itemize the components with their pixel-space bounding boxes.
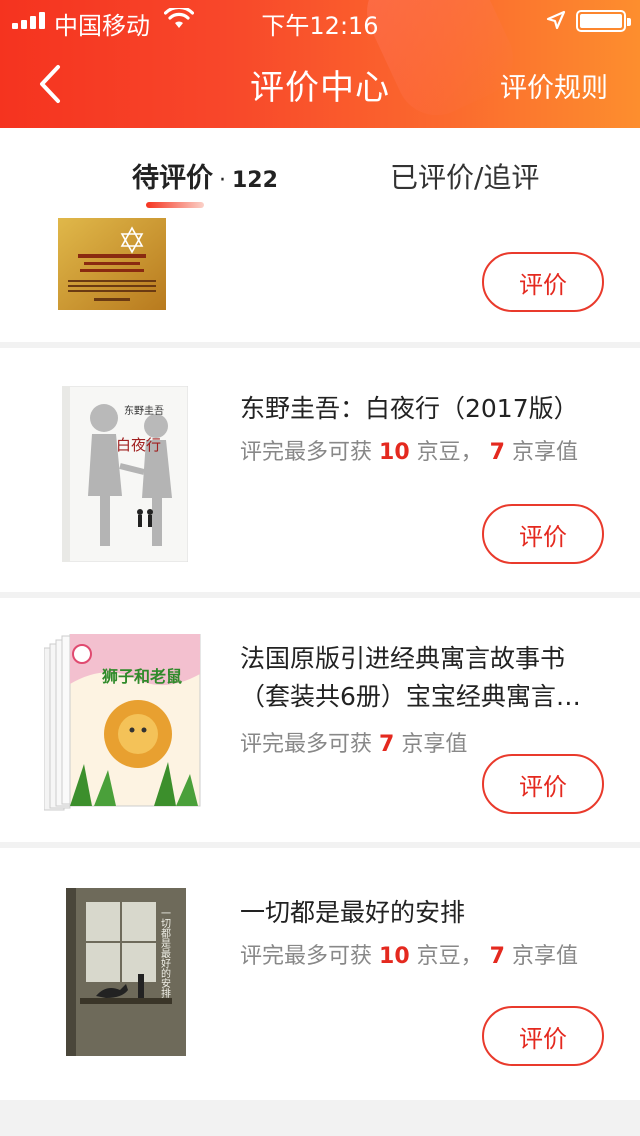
credit-count: 7 (489, 944, 505, 969)
cover-author-text: 东野圭吾 (124, 404, 164, 417)
product-title[interactable]: 东野圭吾：白夜行（2017版） (240, 390, 610, 428)
tab-separator: · (219, 168, 226, 193)
product-cover-image[interactable]: 东野圭吾 白夜行 (62, 386, 188, 562)
reward-info: 评完最多可获 7 京享值 (240, 726, 467, 758)
reward-info: 评完最多可获 10 京豆， 7 京享值 (240, 434, 578, 466)
cover-title-text: 白夜行 (116, 436, 161, 454)
bean-unit: 京豆， (416, 440, 483, 465)
header: 中国移动 下午12:16 评价中心 评价规则 (0, 0, 640, 128)
active-tab-indicator (146, 202, 204, 208)
list-item: 东野圭吾 白夜行 东野圭吾：白夜行（2017版） 评完最多可获 10 京豆， 7… (0, 348, 640, 592)
tab-pending-label: 待评价 (132, 163, 213, 194)
bean-count: 10 (379, 944, 410, 969)
product-cover-image[interactable] (58, 218, 166, 310)
list-item: 狮子和老鼠 法国原版引进经典寓言故事书（套装共6册）宝宝经典寓言… 评完最多可获… (0, 598, 640, 842)
reward-prefix: 评完最多可获 (240, 732, 373, 757)
review-rules-link[interactable]: 评价规则 (500, 66, 608, 105)
review-tabs: 待评价 · 122 已评价/追评 (0, 128, 640, 214)
list-item: 一切都是最好的安排 一切都是最好的安排 评完最多可获 10 京豆， 7 京享值 … (0, 848, 640, 1100)
credit-unit: 京享值 (401, 732, 468, 757)
review-button[interactable]: 评价 (482, 252, 604, 312)
product-title[interactable]: 一切都是最好的安排 (240, 894, 610, 932)
tab-reviewed[interactable]: 已评价/追评 (390, 156, 539, 196)
product-cover-image[interactable]: 一切都是最好的安排 (66, 888, 186, 1056)
status-bar: 中国移动 下午12:16 (0, 0, 640, 40)
credit-count: 7 (489, 440, 505, 465)
bean-count: 10 (379, 440, 410, 465)
credit-count: 7 (379, 732, 395, 757)
cover-title-text: 狮子和老鼠 (101, 667, 182, 686)
reward-prefix: 评完最多可获 (240, 944, 373, 969)
bean-unit: 京豆， (416, 944, 483, 969)
nav-bar: 评价中心 评价规则 (0, 40, 640, 128)
reward-prefix: 评完最多可获 (240, 440, 373, 465)
cover-title-text: 一切都是最好的安排 (159, 908, 171, 999)
clock: 下午12:16 (261, 12, 379, 40)
review-button[interactable]: 评价 (482, 1006, 604, 1066)
battery-icon (576, 10, 631, 32)
pending-count-badge: 122 (232, 168, 278, 193)
review-button[interactable]: 评价 (482, 504, 604, 564)
list-item: 评价 (0, 214, 640, 342)
location-arrow-icon (546, 10, 566, 30)
review-button[interactable]: 评价 (482, 754, 604, 814)
credit-unit: 京享值 (511, 440, 578, 465)
tab-pending-review[interactable]: 待评价 · 122 (132, 156, 278, 195)
credit-unit: 京享值 (511, 944, 578, 969)
product-cover-image[interactable]: 狮子和老鼠 (44, 634, 204, 814)
product-title[interactable]: 法国原版引进经典寓言故事书（套装共6册）宝宝经典寓言… (240, 640, 610, 716)
reward-info: 评完最多可获 10 京豆， 7 京享值 (240, 938, 578, 970)
